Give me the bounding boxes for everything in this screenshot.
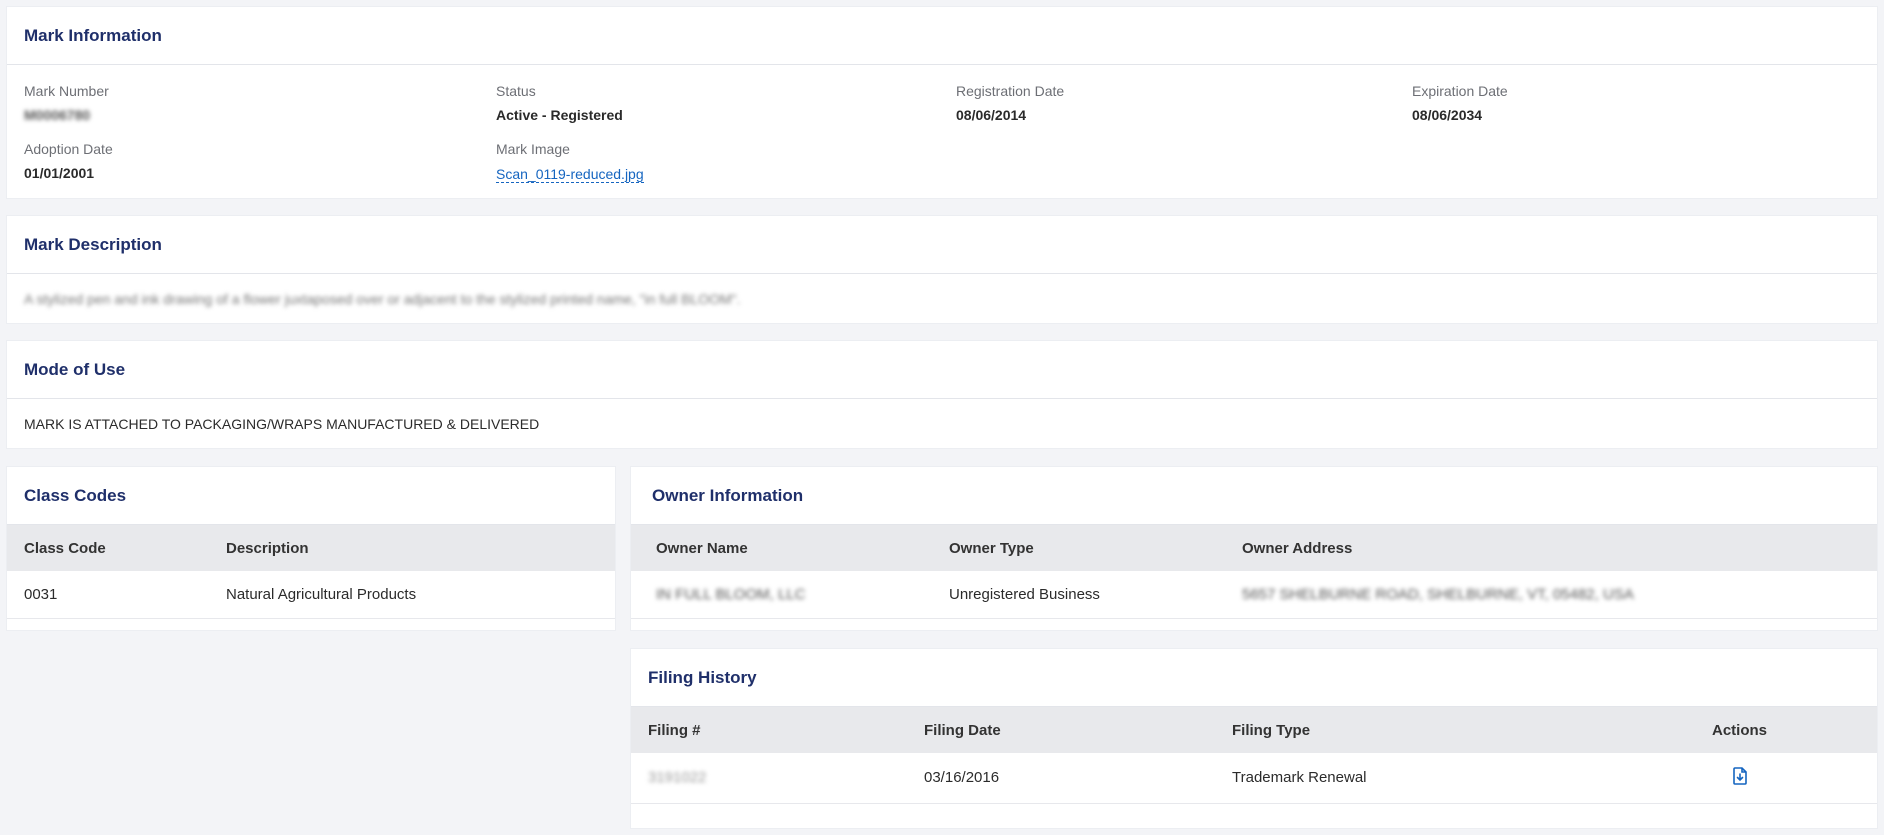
owner-information-card: Owner Information Owner Name Owner Type … (630, 466, 1878, 631)
registration-date-value: 08/06/2014 (956, 107, 1027, 123)
registration-date-label: Registration Date (956, 83, 1065, 99)
mark-image-label: Mark Image (496, 141, 570, 157)
owner-information-title: Owner Information (631, 467, 1877, 525)
table-row: IN FULL BLOOM, LLC Unregistered Business… (631, 571, 1877, 619)
filing-history-card: Filing History Filing # Filing Date Fili… (630, 648, 1878, 829)
table-row: 3191022 03/16/2016 Trademark Renewal (631, 753, 1877, 804)
filing-history-title: Filing History (631, 649, 1877, 707)
column-header-owner-name: Owner Name (656, 539, 748, 557)
filing-history-table: Filing # Filing Date Filing Type Actions… (631, 707, 1877, 804)
class-codes-table: Class Code Description 0031 Natural Agri… (7, 525, 615, 619)
mode-of-use-card: Mode of Use MARK IS ATTACHED TO PACKAGIN… (6, 340, 1878, 449)
table-header-row: Owner Name Owner Type Owner Address (631, 525, 1877, 571)
column-header-filing-number: Filing # (648, 721, 701, 739)
mark-description-title: Mark Description (7, 216, 1877, 274)
adoption-date-label: Adoption Date (24, 141, 113, 157)
column-header-class-code: Class Code (24, 539, 106, 557)
filing-number-cell: 3191022 (631, 753, 924, 804)
column-header-filing-type: Filing Type (1232, 721, 1311, 739)
class-description-cell: Natural Agricultural Products (226, 571, 615, 619)
mark-number-value: M0006780 (24, 107, 91, 123)
class-codes-card: Class Codes Class Code Description 0031 … (6, 466, 616, 631)
expiration-date-value: 08/06/2034 (1412, 107, 1483, 123)
mark-description-text: A stylized pen and ink drawing of a flow… (24, 291, 741, 307)
status-label: Status (496, 83, 536, 99)
mode-of-use-text: MARK IS ATTACHED TO PACKAGING/WRAPS MANU… (24, 416, 540, 432)
mode-of-use-title: Mode of Use (7, 341, 1877, 399)
mark-number-label: Mark Number (24, 83, 109, 99)
mark-description-card: Mark Description A stylized pen and ink … (6, 215, 1878, 324)
column-header-filing-date: Filing Date (924, 721, 1001, 739)
column-header-actions: Actions (1712, 721, 1768, 739)
filing-type-cell: Trademark Renewal (1232, 753, 1712, 804)
actions-cell (1712, 753, 1877, 804)
owner-name-cell: IN FULL BLOOM, LLC (631, 571, 949, 619)
filing-date-cell: 03/16/2016 (924, 753, 1232, 804)
mark-image-link[interactable]: Scan_0119-reduced.jpg (496, 166, 644, 183)
adoption-date-value: 01/01/2001 (24, 165, 95, 181)
column-header-owner-address: Owner Address (1242, 539, 1353, 557)
status-value: Active - Registered (496, 107, 623, 123)
owner-name-text: IN FULL BLOOM, LLC (656, 585, 806, 603)
table-header-row: Class Code Description (7, 525, 615, 571)
column-header-description: Description (226, 539, 309, 557)
table-header-row: Filing # Filing Date Filing Type Actions (631, 707, 1877, 753)
mark-information-card: Mark Information Mark Number M0006780 St… (6, 6, 1878, 199)
download-file-icon[interactable] (1730, 766, 1750, 786)
expiration-date-label: Expiration Date (1412, 83, 1508, 99)
table-row: 0031 Natural Agricultural Products (7, 571, 615, 619)
column-header-owner-type: Owner Type (949, 539, 1034, 557)
owner-information-table: Owner Name Owner Type Owner Address IN F… (631, 525, 1877, 619)
owner-address-text: 5657 SHELBURNE ROAD, SHELBURNE, VT, 0548… (1242, 585, 1634, 603)
owner-address-cell: 5657 SHELBURNE ROAD, SHELBURNE, VT, 0548… (1242, 571, 1877, 619)
filing-number-text: 3191022 (648, 769, 707, 787)
mark-information-title: Mark Information (7, 7, 1877, 65)
owner-type-cell: Unregistered Business (949, 571, 1242, 619)
class-code-cell: 0031 (7, 571, 226, 619)
class-codes-title: Class Codes (7, 467, 615, 525)
